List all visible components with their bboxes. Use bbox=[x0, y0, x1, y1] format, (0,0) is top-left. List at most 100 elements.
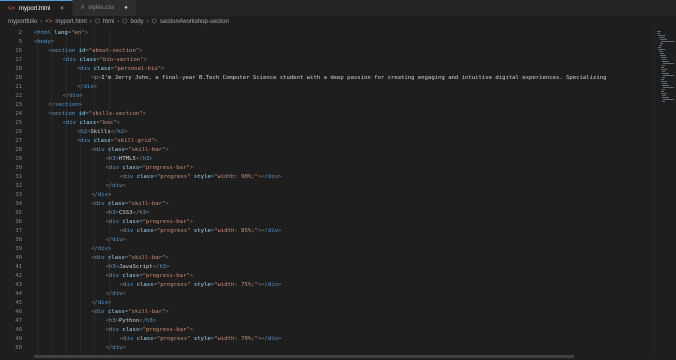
code-line[interactable]: 36 <div class="progress-bar"> bbox=[0, 218, 655, 227]
code-token: section bbox=[55, 102, 79, 108]
minimap[interactable] bbox=[654, 27, 676, 356]
minimap-line bbox=[657, 33, 660, 34]
breadcrumb: myportfolio › <> myport.html › ⬡ html › … bbox=[0, 16, 676, 27]
code-line[interactable]: 16 <section id="about-section"> bbox=[0, 47, 655, 56]
code-line[interactable]: 27 <div class="skill-grid"> bbox=[0, 137, 655, 146]
breadcrumb-item[interactable]: html bbox=[103, 19, 114, 25]
code-line[interactable]: 50 </div> bbox=[0, 344, 655, 353]
code-token: div bbox=[108, 165, 119, 171]
code-token: > bbox=[165, 201, 169, 207]
code-line[interactable]: 45 </div> bbox=[0, 299, 655, 308]
code-line[interactable]: 39 </div> bbox=[0, 245, 655, 254]
minimap-line bbox=[661, 41, 674, 42]
code-token: class bbox=[133, 228, 154, 234]
line-number: 23 bbox=[15, 102, 22, 108]
code-token: > bbox=[142, 111, 146, 117]
code-line[interactable]: 48 <div class="progress-bar"> bbox=[0, 326, 655, 335]
code-line[interactable]: 38 </div> bbox=[0, 236, 655, 245]
code-line[interactable]: 37 <div class="progress" style="width: 85… bbox=[0, 227, 655, 236]
code-line[interactable]: 24 <section id="skills-section"> bbox=[0, 110, 655, 119]
code-line[interactable]: 18 <div class="personal-bio"> bbox=[0, 65, 655, 74]
code-token: > bbox=[166, 264, 170, 270]
line-number: 31 bbox=[15, 174, 22, 180]
code-text: <div class="box"> bbox=[63, 119, 120, 128]
breadcrumb-item[interactable]: myport.html bbox=[55, 19, 86, 25]
line-number: 45 bbox=[15, 300, 22, 306]
horizontal-scrollbar[interactable] bbox=[34, 355, 574, 358]
code-token: > bbox=[124, 129, 128, 135]
code-line[interactable]: 33 </div> bbox=[0, 191, 655, 200]
code-line[interactable]: 47 <h3>Python</h3> bbox=[0, 317, 655, 326]
code-token: > bbox=[108, 192, 112, 198]
tab-myport-html[interactable]: <> myport.html × bbox=[0, 0, 73, 16]
code-line[interactable]: 46 <div class="skill-bar"> bbox=[0, 308, 655, 317]
breadcrumb-item[interactable]: myportfolio bbox=[8, 19, 37, 25]
code-token: > bbox=[278, 228, 282, 234]
code-line[interactable]: 2 <html lang="en"> bbox=[0, 29, 655, 38]
code-line[interactable]: 17 <div class="bio-section"> bbox=[0, 56, 655, 65]
code-line[interactable]: 29 <h3>HTML5</h3> bbox=[0, 155, 655, 164]
line-number: 40 bbox=[15, 255, 22, 261]
code-line[interactable]: 31 <div class="progress" style="width: 90… bbox=[0, 173, 655, 182]
code-token: > bbox=[139, 48, 143, 54]
code-token: > bbox=[145, 210, 150, 216]
code-line[interactable]: 43 <div class="progress" style="width: 75… bbox=[0, 281, 655, 290]
chevron-right-icon: › bbox=[40, 18, 43, 25]
code-token: "width: 70%;" bbox=[214, 336, 258, 342]
code-line[interactable]: 49 <div class="progress" style="width: 70… bbox=[0, 335, 655, 344]
code-token: ></ bbox=[257, 174, 269, 180]
code-line[interactable]: 30 <div class="progress-bar"> bbox=[0, 164, 655, 173]
code-line[interactable]: 32 </div> bbox=[0, 182, 655, 191]
code-token: div bbox=[69, 93, 80, 99]
code-token: > bbox=[165, 255, 169, 261]
code-line[interactable]: 42 <div class="progress-bar"> bbox=[0, 272, 655, 281]
code-token: > bbox=[154, 138, 158, 144]
code-line[interactable]: 9 <body> bbox=[0, 38, 655, 47]
code-line[interactable]: 22 </div> bbox=[0, 92, 655, 101]
code-token: div bbox=[83, 84, 94, 90]
code-text: <div class="skill-bar"> bbox=[91, 308, 169, 317]
code-token: div bbox=[123, 282, 134, 288]
minimap-line bbox=[663, 87, 674, 88]
code-token: div bbox=[268, 174, 279, 180]
minimap-line bbox=[663, 99, 674, 100]
code-line[interactable]: 35 <h3>CSS3</h3> bbox=[0, 209, 655, 218]
code-line[interactable]: 20 <p>I'm Jerry John, a final-year B.Tech… bbox=[0, 74, 655, 83]
line-number: 9 bbox=[18, 39, 22, 45]
code-editor[interactable]: 2 <html lang="en"> 9 <body> 16 <section id="a… bbox=[0, 27, 655, 356]
line-number: 44 bbox=[15, 291, 22, 297]
code-token: div bbox=[268, 228, 279, 234]
breadcrumb-item[interactable]: body bbox=[131, 19, 144, 25]
minimap-line bbox=[658, 35, 665, 36]
close-icon[interactable]: × bbox=[60, 6, 64, 12]
code-token: > bbox=[143, 57, 147, 63]
code-token: "progress" bbox=[156, 174, 191, 180]
line-number: 21 bbox=[15, 84, 22, 90]
code-line[interactable]: 28 <div class="skill-bar"> bbox=[0, 146, 655, 155]
code-line[interactable]: 25 <div class="box"> bbox=[0, 119, 655, 128]
code-token: > bbox=[78, 102, 82, 108]
code-line[interactable]: 34 <div class="skill-bar"> bbox=[0, 200, 655, 209]
breadcrumb-item[interactable]: section#workshop-section bbox=[160, 19, 229, 25]
code-token: "progress-bar" bbox=[142, 165, 190, 171]
code-line[interactable]: 44 </div> bbox=[0, 290, 655, 299]
code-line[interactable]: 40 <div class="skill-bar"> bbox=[0, 254, 655, 263]
line-number: 36 bbox=[15, 219, 22, 225]
chevron-right-icon: › bbox=[89, 18, 92, 25]
tab-styles-css[interactable]: # styles.css ● bbox=[72, 0, 137, 16]
code-text: <div class="progress" style="width: 75%;… bbox=[120, 281, 282, 290]
code-text: <h3>CSS3</h3> bbox=[106, 209, 150, 218]
code-token: > bbox=[122, 291, 126, 297]
code-line[interactable]: 21 </div> bbox=[0, 83, 655, 92]
code-token: "bio-section" bbox=[99, 57, 144, 63]
code-line[interactable]: 26 <h2>Skills</h2> bbox=[0, 128, 655, 137]
unsaved-dot-icon[interactable]: ● bbox=[124, 5, 128, 11]
code-line[interactable]: 23 </section> bbox=[0, 101, 655, 110]
code-line[interactable]: 41 <h3>JavaScript</h3> bbox=[0, 263, 655, 272]
code-token: div bbox=[108, 327, 119, 333]
code-text: </div> bbox=[63, 92, 83, 101]
code-token: h3 bbox=[108, 318, 116, 324]
code-text: <div class="skill-bar"> bbox=[91, 254, 169, 263]
minimap-line bbox=[660, 53, 664, 54]
code-text: </section> bbox=[48, 101, 82, 110]
